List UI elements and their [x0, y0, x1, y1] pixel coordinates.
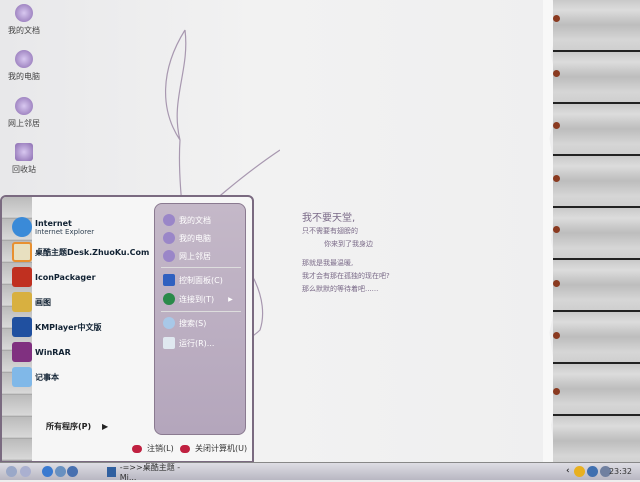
wallpaper-poem: 我不要天堂, 只不需要有翅膀的 你来到了我身边 那就是我最温暖, 我才会有那在孤…: [302, 212, 390, 296]
tray-chevron-icon[interactable]: ‹: [566, 466, 570, 476]
globe-icon: [163, 293, 175, 305]
control-panel-icon: [163, 274, 175, 286]
documents-icon: [163, 214, 175, 226]
start-menu: Internet Internet Explorer 桌酷主题Desk.ZhuoK…: [0, 195, 254, 463]
arrow-right-icon: ▶: [101, 422, 109, 431]
computer-icon: [163, 232, 175, 244]
poem-line: 那么默默的等待着吧......: [302, 285, 379, 293]
poem-line: 我才会有那在孤独的现在吧?: [302, 272, 390, 280]
menu-item-my-documents[interactable]: 我的文档: [163, 214, 211, 226]
desktop-icon-my-computer[interactable]: 我的电脑: [2, 50, 46, 82]
divider: [161, 267, 241, 268]
desktop-icon-recycle-bin[interactable]: 回收站: [2, 143, 46, 175]
divider: [161, 311, 241, 312]
menu-item-internet[interactable]: Internet Internet Explorer: [12, 217, 94, 237]
menu-item-control-panel[interactable]: 控制面板(C): [163, 274, 223, 286]
desktop-icon[interactable]: [67, 466, 78, 477]
documents-icon: [15, 4, 33, 22]
start-menu-right-panel: 我的文档 我的电脑 网上邻居 控制面板(C) 连接到(T) ▶ 搜索(S) 运行(…: [154, 203, 246, 435]
media-icon[interactable]: [55, 466, 66, 477]
nail: [553, 122, 560, 129]
kmplayer-icon: [12, 317, 32, 337]
logoff-button[interactable]: 注销(L): [132, 443, 174, 454]
poem-line: 我不要天堂,: [302, 213, 356, 224]
window-icon: [107, 467, 116, 477]
menu-item-search[interactable]: 搜索(S): [163, 317, 206, 329]
nail: [553, 388, 560, 395]
run-icon: [163, 337, 175, 349]
menu-item-network[interactable]: 网上邻居: [163, 250, 211, 262]
menu-item-zhuoku[interactable]: 桌酷主题Desk.ZhuoKu.Com: [12, 242, 149, 262]
menu-item-run[interactable]: 运行(R)...: [163, 337, 214, 349]
network-tray-icon[interactable]: [587, 466, 598, 477]
nail: [553, 226, 560, 233]
poem-line: 只不需要有翅膀的: [302, 227, 358, 235]
desktop-icon-my-documents[interactable]: 我的文档: [2, 4, 46, 36]
ie-icon: [12, 217, 32, 237]
network-icon: [163, 250, 175, 262]
nail: [553, 70, 560, 77]
iconpackager-icon: [12, 267, 32, 287]
clock[interactable]: 23:32: [609, 467, 632, 476]
paint-icon: [12, 292, 32, 312]
shutdown-button[interactable]: 关闭计算机(U): [180, 443, 247, 454]
wood-panel: [553, 0, 640, 462]
poem-line: 你来到了我身边: [324, 240, 373, 248]
menu-item-kmplayer[interactable]: KMPlayer中文版: [12, 317, 102, 337]
menu-item-notepad[interactable]: 记事本: [12, 367, 59, 387]
computer-icon: [15, 50, 33, 68]
qq-icon[interactable]: [574, 466, 585, 477]
menu-item-my-computer[interactable]: 我的电脑: [163, 232, 211, 244]
winrar-icon: [12, 342, 32, 362]
taskbar: -=>>桌酷主题 - Mi... ‹ 23:32: [0, 462, 640, 482]
desktop-icon-network[interactable]: 网上邻居: [2, 97, 46, 129]
menu-item-iconpackager[interactable]: IconPackager: [12, 267, 96, 287]
theme-icon: [12, 242, 32, 262]
menu-item-connect-to[interactable]: 连接到(T) ▶: [163, 293, 233, 305]
arrow-right-icon: ▶: [228, 295, 233, 303]
logoff-icon: [132, 444, 142, 453]
menu-item-winrar[interactable]: WinRAR: [12, 342, 71, 362]
nail: [553, 15, 560, 22]
all-programs-button[interactable]: 所有程序(P) ▶: [46, 421, 108, 432]
notepad-icon: [12, 367, 32, 387]
nail: [553, 175, 560, 182]
nail: [553, 280, 560, 287]
search-icon: [163, 317, 175, 329]
network-icon: [15, 97, 33, 115]
menu-item-paint[interactable]: 画图: [12, 292, 51, 312]
taskbar-task[interactable]: -=>>桌酷主题 - Mi...: [107, 463, 197, 482]
poem-line: 那就是我最温暖,: [302, 259, 354, 267]
quicklaunch-icon[interactable]: [20, 466, 31, 477]
power-icon: [180, 444, 190, 453]
ie-icon[interactable]: [42, 466, 53, 477]
start-button[interactable]: [6, 466, 17, 477]
nail: [553, 332, 560, 339]
recycle-bin-icon: [15, 143, 33, 161]
